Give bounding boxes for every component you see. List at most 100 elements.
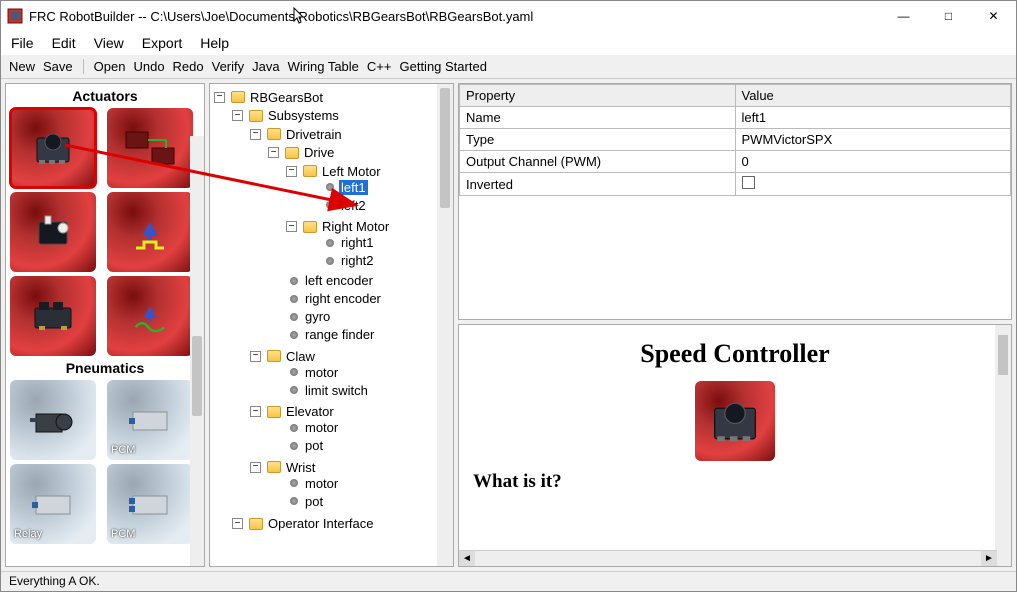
collapse-icon[interactable]: − xyxy=(250,129,261,140)
toolbar-java[interactable]: Java xyxy=(252,59,279,74)
menu-view[interactable]: View xyxy=(94,35,124,51)
prop-value-name[interactable]: left1 xyxy=(735,107,1011,129)
tree-claw-limit[interactable]: limit switch xyxy=(268,383,370,398)
leaf-icon xyxy=(326,239,334,247)
tree-wrist-pot[interactable]: pot xyxy=(268,494,325,509)
tree-wrist[interactable]: − Wrist xyxy=(250,460,317,475)
scroll-left-icon[interactable]: ◄ xyxy=(459,551,475,566)
palette-item-compressor[interactable] xyxy=(10,380,96,460)
speed-controller-icon xyxy=(695,381,775,461)
tree-left-encoder[interactable]: left encoder xyxy=(268,273,375,288)
collapse-icon[interactable]: − xyxy=(286,221,297,232)
folder-icon xyxy=(267,128,281,140)
palette-item-analog-output[interactable] xyxy=(107,276,193,356)
palette-item-servo[interactable] xyxy=(10,192,96,272)
prop-header-property[interactable]: Property xyxy=(460,85,736,107)
palette-item-speed-controller[interactable] xyxy=(10,108,96,188)
status-bar: Everything A OK. xyxy=(1,571,1016,591)
window-title: FRC RobotBuilder -- C:\Users\Joe\Documen… xyxy=(29,9,881,24)
pcm-double-solenoid-icon xyxy=(125,484,175,524)
menu-help[interactable]: Help xyxy=(200,35,229,51)
menu-file[interactable]: File xyxy=(11,35,34,51)
toolbar-cpp[interactable]: C++ xyxy=(367,59,392,74)
tree-left2[interactable]: left2 xyxy=(304,198,368,213)
tree-claw[interactable]: − Claw xyxy=(250,349,317,364)
leaf-icon xyxy=(290,331,298,339)
leaf-icon xyxy=(326,201,334,209)
tree-right-encoder[interactable]: right encoder xyxy=(268,291,383,306)
menu-export[interactable]: Export xyxy=(142,35,182,51)
toolbar-getting-started[interactable]: Getting Started xyxy=(399,59,486,74)
palette-caption-pcm2: PCM xyxy=(111,528,135,540)
leaf-icon xyxy=(290,277,298,285)
toolbar-wiring-table[interactable]: Wiring Table xyxy=(288,59,359,74)
collapse-icon[interactable]: − xyxy=(250,351,261,362)
tree-wrist-motor[interactable]: motor xyxy=(268,476,340,491)
tree-right2[interactable]: right2 xyxy=(304,253,376,268)
palette-item-digital-output[interactable] xyxy=(107,192,193,272)
tree-subsystems[interactable]: − Subsystems xyxy=(232,108,341,123)
tree-range-finder[interactable]: range finder xyxy=(268,327,376,342)
maximize-button[interactable]: □ xyxy=(926,1,971,31)
prop-value-channel[interactable]: 0 xyxy=(735,151,1011,173)
info-vertical-scrollbar[interactable] xyxy=(995,325,1011,566)
collapse-icon[interactable]: − xyxy=(268,147,279,158)
collapse-icon[interactable]: − xyxy=(250,462,261,473)
minimize-button[interactable]: — xyxy=(881,1,926,31)
tree-elev-motor[interactable]: motor xyxy=(268,420,340,435)
tree-drive[interactable]: − Drive xyxy=(268,145,336,160)
folder-icon xyxy=(249,110,263,122)
prop-value-type[interactable]: PWMVictorSPX xyxy=(735,129,1011,151)
tree-operator-interface[interactable]: − Operator Interface xyxy=(232,516,376,531)
scroll-right-icon[interactable]: ► xyxy=(981,551,997,566)
collapse-icon[interactable]: − xyxy=(286,166,297,177)
arrow-pulse-icon xyxy=(130,212,170,252)
leaf-icon xyxy=(290,313,298,321)
toolbar-new[interactable]: New xyxy=(9,59,35,74)
collapse-icon[interactable]: − xyxy=(214,92,225,103)
info-panel: Speed Controller What is it? ◄ ► xyxy=(458,324,1012,567)
tree-elev-pot[interactable]: pot xyxy=(268,438,325,453)
palette-item-relay[interactable]: Relay xyxy=(10,464,96,544)
close-button[interactable]: ✕ xyxy=(971,1,1016,31)
prop-value-inverted[interactable] xyxy=(735,173,1011,196)
palette-scrollbar[interactable] xyxy=(190,136,204,566)
tree-drivetrain[interactable]: − Drivetrain xyxy=(250,127,344,142)
collapse-icon[interactable]: − xyxy=(232,518,243,529)
prop-row-inverted: Inverted xyxy=(460,173,1011,196)
checkbox-unchecked-icon[interactable] xyxy=(742,176,755,189)
compressor-icon xyxy=(28,400,78,440)
tree-root[interactable]: − RBGearsBot xyxy=(214,90,325,105)
tree-right1[interactable]: right1 xyxy=(304,235,376,250)
palette-caption-relay: Relay xyxy=(14,528,42,540)
tree-left1[interactable]: left1 xyxy=(304,180,368,195)
leaf-icon xyxy=(326,183,334,191)
palette-item-pcm-double-solenoid[interactable]: PCM xyxy=(107,464,193,544)
tree-scrollbar[interactable] xyxy=(437,84,453,566)
collapse-icon[interactable]: − xyxy=(250,406,261,417)
palette-item-relay-solenoid[interactable] xyxy=(10,276,96,356)
palette-item-pcm-solenoid[interactable]: PCM xyxy=(107,380,193,460)
toolbar-undo[interactable]: Undo xyxy=(133,59,164,74)
toolbar-verify[interactable]: Verify xyxy=(212,59,245,74)
toolbar-save[interactable]: Save xyxy=(43,59,73,74)
tree-left-motor[interactable]: − Left Motor xyxy=(286,164,383,179)
collapse-icon[interactable]: − xyxy=(232,110,243,121)
tree-gyro[interactable]: gyro xyxy=(268,309,332,324)
properties-panel: Property Value Name left1 Type PWMVictor… xyxy=(458,83,1012,320)
tree-claw-motor[interactable]: motor xyxy=(268,365,340,380)
info-horizontal-scrollbar[interactable]: ◄ ► xyxy=(459,550,997,566)
tree-right-motor[interactable]: − Right Motor xyxy=(286,219,391,234)
menu-edit[interactable]: Edit xyxy=(52,35,76,51)
prop-header-value[interactable]: Value xyxy=(735,85,1011,107)
palette-group-pneumatics: Pneumatics xyxy=(8,358,202,378)
toolbar-redo[interactable]: Redo xyxy=(173,59,204,74)
prop-row-name: Name left1 xyxy=(460,107,1011,129)
arrow-sine-icon xyxy=(128,300,172,332)
info-subtitle: What is it? xyxy=(473,471,997,493)
palette-item-motor-group[interactable] xyxy=(107,108,193,188)
toolbar-open[interactable]: Open xyxy=(94,59,126,74)
tree-elevator[interactable]: − Elevator xyxy=(250,404,336,419)
leaf-icon xyxy=(290,497,298,505)
leaf-icon xyxy=(290,295,298,303)
